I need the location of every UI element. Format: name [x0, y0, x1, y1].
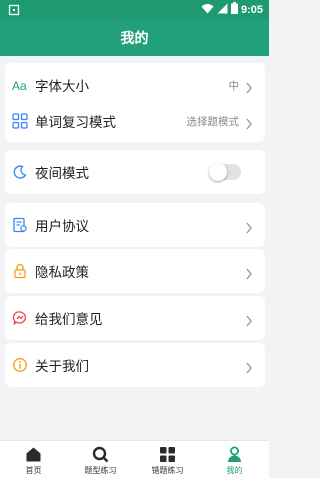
document-icon: [12, 217, 28, 233]
font-size-label: 字体大小: [35, 79, 89, 95]
signal-icon: [217, 1, 228, 19]
nav-label: 我的: [226, 466, 243, 475]
status-time: 9:05: [240, 3, 263, 16]
about-us-card: 关于我们: [5, 343, 265, 387]
user-agreement-label: 用户协议: [35, 219, 89, 235]
nav-item-wrong-practice[interactable]: 错题练习: [134, 441, 201, 478]
lock-icon: [12, 263, 28, 279]
chat-icon: [12, 310, 28, 326]
nav-item-question-practice[interactable]: 题型练习: [67, 441, 134, 478]
chevron-right-icon: [245, 359, 253, 374]
privacy-policy-row[interactable]: 隐私政策: [5, 249, 265, 293]
chevron-right-icon: [245, 265, 253, 280]
settings-card: Aa 字体大小 中 单词复习模式 选择题模式: [5, 63, 265, 142]
font-size-icon: Aa: [12, 77, 28, 93]
user-agreement-row[interactable]: 用户协议: [5, 203, 265, 247]
feedback-label: 给我们意见: [35, 312, 103, 328]
about-us-row[interactable]: 关于我们: [5, 343, 265, 387]
night-mode-label: 夜间模式: [35, 166, 89, 182]
privacy-policy-label: 隐私政策: [35, 265, 89, 281]
feedback-card: 给我们意见: [5, 296, 265, 340]
review-mode-label: 单词复习模式: [35, 115, 116, 131]
chevron-right-icon: [245, 312, 253, 327]
chevron-right-icon: [245, 219, 253, 234]
grid-icon: [159, 446, 176, 463]
user-agreement-card: 用户协议: [5, 203, 265, 247]
info-icon: [12, 357, 28, 373]
font-size-value: 中: [228, 79, 240, 92]
toggle-knob: [209, 163, 227, 181]
nav-label: 题型练习: [84, 466, 117, 475]
night-mode-card: 夜间模式: [5, 150, 265, 194]
night-mode-toggle[interactable]: [209, 163, 241, 181]
review-mode-value: 选择题模式: [186, 115, 240, 128]
review-mode-row[interactable]: 单词复习模式 选择题模式: [5, 99, 265, 143]
search-icon: [92, 446, 109, 463]
chevron-right-icon: [245, 115, 253, 130]
user-icon: [226, 446, 243, 463]
night-mode-row: 夜间模式: [5, 150, 265, 194]
page-title: 我的: [120, 30, 149, 47]
app-bar: 我的: [0, 19, 269, 56]
nav-item-mine[interactable]: 我的: [201, 441, 268, 478]
status-icons: 9:05: [201, 1, 263, 19]
feedback-row[interactable]: 给我们意见: [5, 296, 265, 340]
privacy-policy-card: 隐私政策: [5, 249, 265, 293]
about-us-label: 关于我们: [35, 359, 89, 375]
nav-label: 首页: [25, 466, 42, 475]
bottom-nav: 首页 题型练习 错题练习 我的: [0, 440, 269, 478]
battery-icon: [230, 1, 238, 19]
chevron-right-icon: [245, 79, 253, 94]
wifi-icon: [201, 1, 214, 19]
nav-label: 错题练习: [151, 466, 184, 475]
svg-text:Aa: Aa: [12, 79, 27, 93]
nav-item-home[interactable]: 首页: [0, 441, 67, 478]
moon-icon: [12, 164, 28, 180]
home-icon: [25, 446, 42, 463]
status-bar: 9:05: [0, 0, 269, 19]
grid-icon: [12, 113, 28, 129]
